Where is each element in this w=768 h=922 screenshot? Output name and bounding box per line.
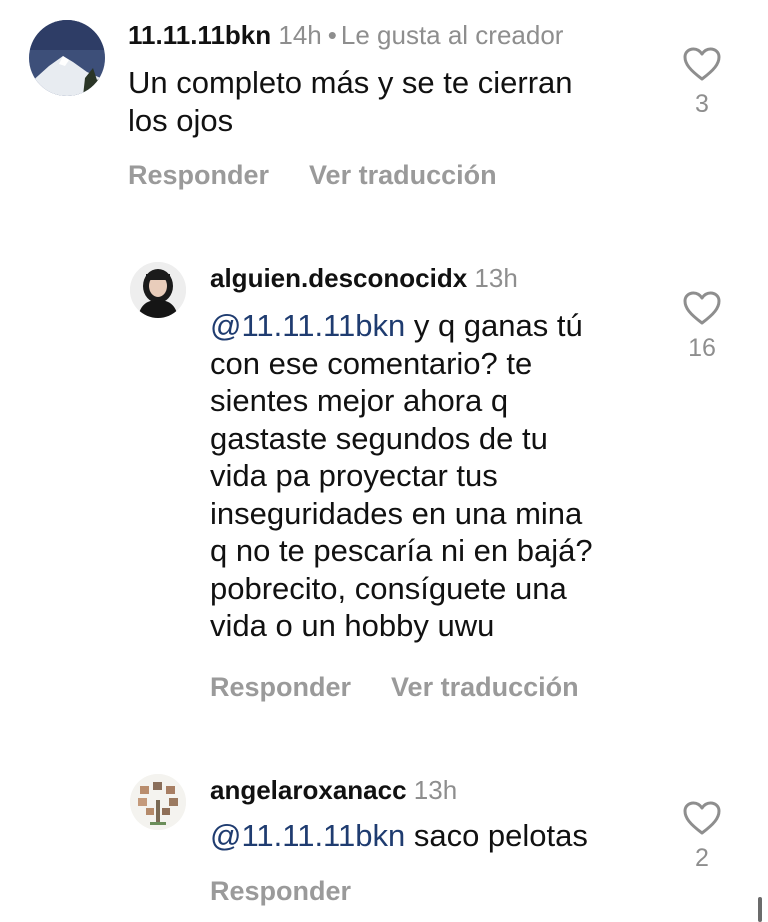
comment-text: @11.11.11bkn saco pelotas xyxy=(210,817,588,855)
avatar[interactable] xyxy=(130,774,186,830)
reply-button[interactable]: Responder xyxy=(128,160,269,190)
comment-username[interactable]: angelaroxanacc xyxy=(210,775,407,805)
comment-time: 13h xyxy=(474,263,518,293)
comment-text: @11.11.11bkn y q ganas tú con ese coment… xyxy=(210,307,593,645)
heart-icon[interactable] xyxy=(682,46,722,82)
creator-like-badge: Le gusta al creador xyxy=(340,20,564,50)
like-control: 3 xyxy=(677,46,727,119)
mention-link[interactable]: @11.11.11bkn xyxy=(210,308,405,343)
family-tree-avatar-icon xyxy=(130,774,186,830)
comment-time: 14h xyxy=(278,20,322,50)
comment-username[interactable]: 11.11.11bkn xyxy=(128,20,271,50)
comment-text-content: saco pelotas xyxy=(405,818,588,853)
comment-item: 11.11.11bkn 14h • Le gusta al creador Un c… xyxy=(0,0,768,220)
like-count: 2 xyxy=(695,844,709,872)
comment-meta: alguien.desconocidx 13h xyxy=(210,263,518,293)
mountain-avatar-icon xyxy=(29,20,105,96)
reply-button[interactable]: Responder xyxy=(210,876,351,906)
comment-actions: Responder Ver traducción xyxy=(210,672,579,703)
comment-text-content: y q ganas tú con ese comentario? te sien… xyxy=(210,308,593,643)
comment-username[interactable]: alguien.desconocidx xyxy=(210,263,467,293)
avatar[interactable] xyxy=(29,20,105,96)
separator-dot: • xyxy=(327,20,337,50)
comment-time: 13h xyxy=(413,775,458,805)
like-count: 16 xyxy=(688,334,716,362)
like-control: 16 xyxy=(677,290,727,363)
heart-icon[interactable] xyxy=(682,800,722,836)
reply-item: angelaroxanacc 13h @11.11.11bkn saco pel… xyxy=(0,762,768,922)
comment-meta: angelaroxanacc 13h xyxy=(210,775,457,805)
comment-actions: Responder xyxy=(210,876,351,907)
like-control: 2 xyxy=(677,800,727,873)
reply-item: alguien.desconocidx 13h @11.11.11bkn y q… xyxy=(0,250,768,730)
heart-icon[interactable] xyxy=(682,290,722,326)
reply-button[interactable]: Responder xyxy=(210,672,351,702)
portrait-avatar-icon xyxy=(130,262,186,318)
scrollbar-thumb[interactable] xyxy=(758,897,762,922)
avatar[interactable] xyxy=(130,262,186,318)
like-count: 3 xyxy=(695,90,709,118)
comment-text: Un completo más y se te cierran los ojos xyxy=(128,65,573,138)
translate-button[interactable]: Ver traducción xyxy=(309,160,497,190)
translate-button[interactable]: Ver traducción xyxy=(391,672,579,702)
mention-link[interactable]: @11.11.11bkn xyxy=(210,818,405,853)
comment-actions: Responder Ver traducción xyxy=(128,160,497,191)
comment-meta: 11.11.11bkn 14h • Le gusta al creador xyxy=(128,20,563,50)
